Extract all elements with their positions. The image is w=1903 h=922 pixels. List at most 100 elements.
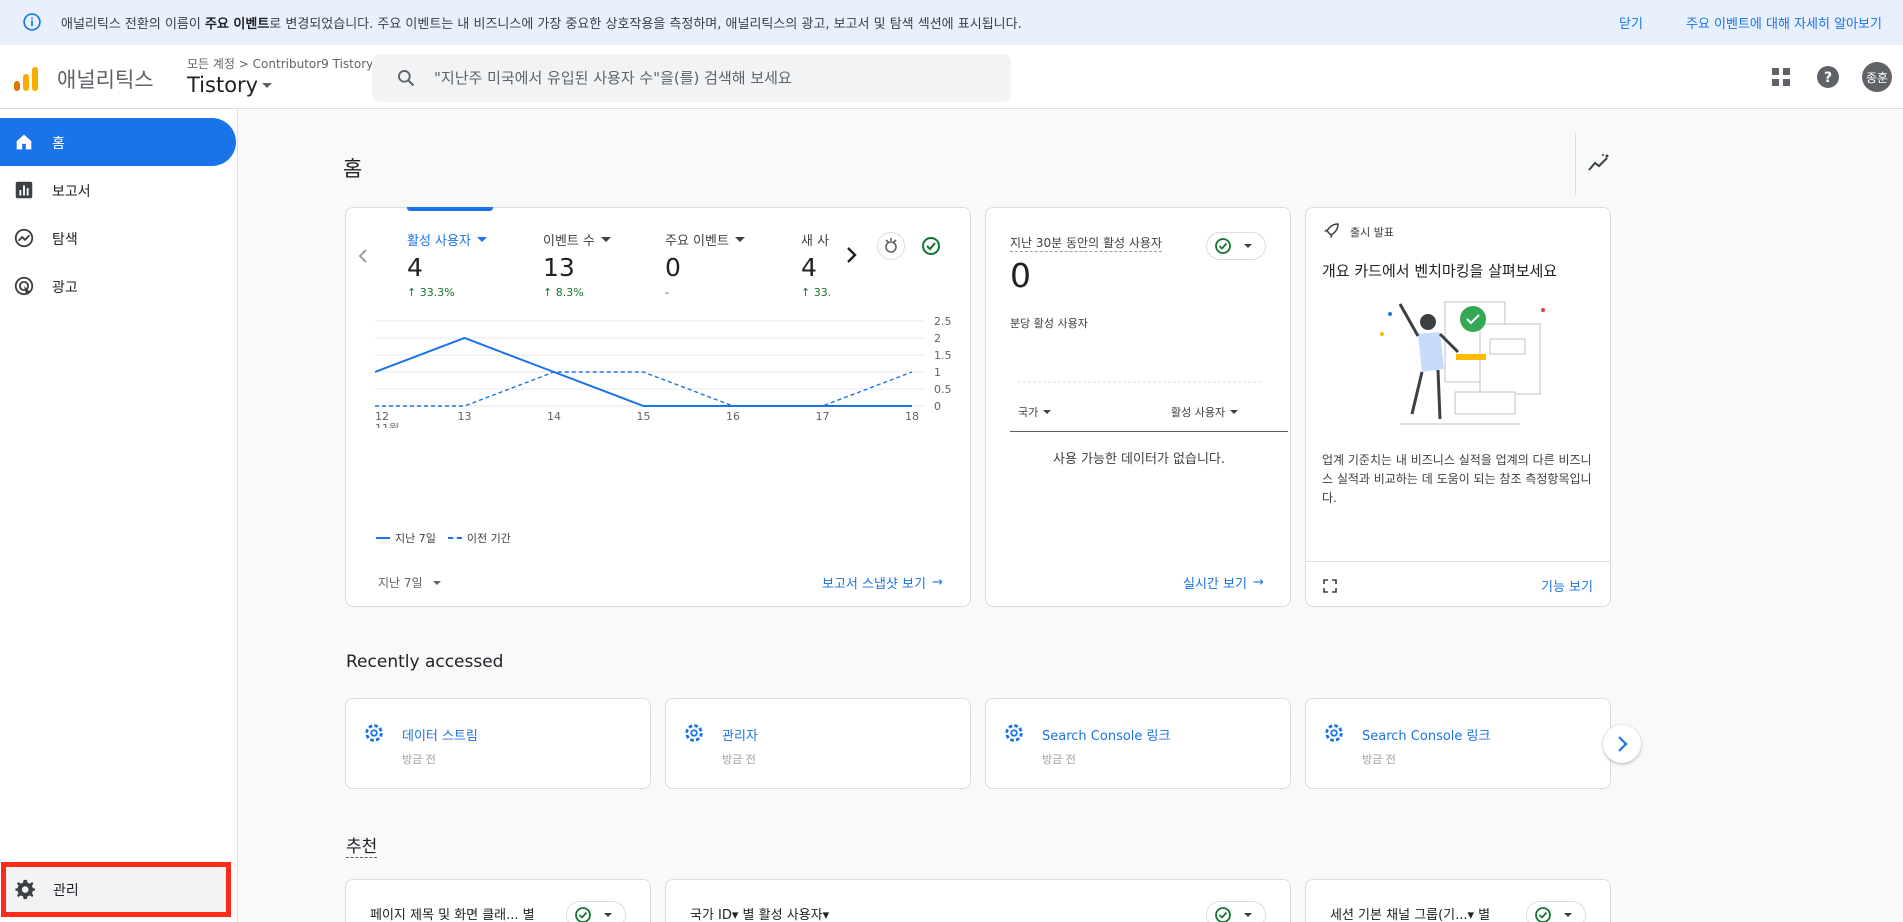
recommendation-status-select[interactable]	[566, 901, 626, 922]
recommendation-status-select[interactable]	[1206, 901, 1266, 922]
realtime-value: 0	[1010, 256, 1031, 295]
x-tick-label: 16	[726, 410, 740, 423]
chevron-left-icon[interactable]	[356, 248, 370, 264]
top-app-bar: 애널리틱스 모든 계정 > Contributor9 Tistory Tisto…	[0, 45, 1903, 109]
metric-change: ↑ 33.	[801, 286, 832, 299]
rocket-icon	[1324, 223, 1339, 238]
search-input[interactable]	[434, 54, 994, 102]
sidebar-item-explore[interactable]: 탐색	[0, 214, 236, 262]
realtime-link[interactable]: 실시간 보기 →	[1183, 573, 1264, 592]
metric-event-count[interactable]: 이벤트 수 13 ↑ 8.3%	[543, 230, 611, 299]
sidebar-item-home[interactable]: 홈	[0, 118, 236, 166]
sidebar-item-label: 광고	[52, 280, 78, 296]
date-range-select[interactable]: 지난 7일	[378, 574, 441, 591]
chevron-down-icon	[476, 237, 487, 242]
metric-new-users[interactable]: 새 사 4 ↑ 33.	[801, 230, 843, 299]
arrow-right-icon: →	[931, 575, 943, 590]
search-bar[interactable]	[372, 54, 1011, 102]
ads-icon	[14, 276, 34, 296]
y-tick-label: 0.5	[934, 383, 952, 396]
recent-item-time: 방금 전	[1362, 753, 1396, 766]
launch-tag: 출시 발표	[1350, 226, 1394, 239]
recommendation-title[interactable]: 페이지 제목 및 화면 클래... 별	[370, 904, 535, 922]
sidebar-item-label: 보고서	[52, 184, 91, 200]
no-data-message: 사용 가능한 데이터가 없습니다.	[1052, 452, 1225, 467]
chevron-down-icon	[734, 237, 745, 242]
view-feature-link[interactable]: 기능 보기	[1541, 576, 1593, 595]
recent-item-search-console-2[interactable]: Search Console 링크 방금 전	[1305, 698, 1611, 789]
x-tick-label: 17	[816, 410, 830, 423]
benchmark-illustration	[1380, 301, 1545, 425]
recent-item-title: Search Console 링크	[1042, 729, 1171, 744]
launch-announcement-card: 출시 발표 개요 카드에서 벤치마킹을 살펴보세요 업계 기준치는 내 비즈니스…	[1305, 207, 1611, 607]
gear-icon	[15, 879, 36, 900]
chevron-right-icon	[1618, 736, 1628, 752]
recommendation-title[interactable]: 세션 기본 채널 그룹(기...▾ 별	[1330, 904, 1490, 922]
arrow-right-icon: →	[1252, 575, 1264, 590]
data-quality-button[interactable]	[917, 232, 945, 260]
metric-change: ↑ 8.3%	[543, 286, 584, 299]
help-icon[interactable]: ?	[1816, 65, 1840, 89]
metric-label: 새 사	[801, 234, 830, 249]
banner-close-link[interactable]: 닫기	[1619, 13, 1643, 32]
metric-key-events[interactable]: 주요 이벤트 0 -	[665, 230, 745, 299]
info-icon	[23, 13, 41, 31]
table-divider	[1010, 431, 1288, 432]
launch-description: 업계 기준치는 내 비즈니스 실적을 업계의 다른 비즈니스 실적과 비교하는 …	[1322, 453, 1592, 505]
realtime-title[interactable]: 지난 30분 동안의 활성 사용자	[1010, 234, 1162, 252]
banner-learn-more-link[interactable]: 주요 이벤트에 대해 자세히 알아보기	[1686, 13, 1882, 32]
recommendation-status-select[interactable]	[1526, 901, 1586, 922]
info-banner: 애널리틱스 전환의 이름이 주요 이벤트로 변경되었습니다. 주요 이벤트는 내…	[0, 0, 1903, 45]
recently-accessed-title: Recently accessed	[346, 652, 504, 672]
insights-button[interactable]	[1575, 133, 1617, 195]
metric-value: 0	[665, 253, 681, 282]
gear-icon	[1005, 724, 1023, 742]
x-tick-label: 13	[458, 410, 472, 423]
legend-swatch-dashed	[447, 537, 462, 539]
svg-text:?: ?	[1824, 70, 1832, 86]
home-icon	[16, 134, 32, 150]
report-snapshot-link[interactable]: 보고서 스냅샷 보기 →	[822, 573, 943, 592]
recent-item-data-stream[interactable]: 데이터 스트림 방금 전	[345, 698, 651, 789]
sidebar-item-reports[interactable]: 보고서	[0, 166, 236, 214]
recent-item-title: Search Console 링크	[1362, 729, 1491, 744]
account-breadcrumb[interactable]: 모든 계정 > Contributor9 Tistory	[187, 55, 373, 72]
sidebar-item-ads[interactable]: 광고	[0, 262, 236, 310]
active-users-line-chart: 2.521.510.501213141516171811월	[374, 315, 952, 428]
benchmark-button[interactable]	[877, 232, 905, 260]
country-column-select[interactable]: 국가	[1018, 404, 1052, 420]
metric-active-users[interactable]: 활성 사용자 4 ↑ 33.3%	[407, 230, 487, 299]
metric-label: 활성 사용자	[407, 234, 471, 249]
property-selector[interactable]: Tistory	[187, 73, 273, 97]
apps-grid-icon[interactable]	[1769, 65, 1793, 89]
recommendation-card: 국가 ID▾ 별 활성 사용자▾	[665, 879, 1291, 922]
avatar[interactable]: 종훈	[1862, 62, 1892, 92]
metric-value: 13	[543, 253, 575, 282]
recommendation-title[interactable]: 국가 ID▾ 별 활성 사용자▾	[690, 904, 829, 922]
y-tick-label: 1	[934, 366, 941, 379]
active-users-column-select[interactable]: 활성 사용자	[1171, 404, 1239, 420]
banner-message: 애널리틱스 전환의 이름이 주요 이벤트로 변경되었습니다. 주요 이벤트는 내…	[61, 17, 1022, 32]
x-tick-label: 14	[547, 410, 561, 423]
check-circle-icon	[1215, 238, 1252, 254]
recent-item-admin[interactable]: 관리자 방금 전	[665, 698, 971, 789]
recent-item-search-console-1[interactable]: Search Console 링크 방금 전	[985, 698, 1291, 789]
metric-change: ↑ 33.3%	[407, 286, 455, 299]
chevron-right-icon[interactable]	[844, 246, 858, 264]
recent-item-time: 방금 전	[1042, 753, 1076, 766]
realtime-status-select[interactable]	[1206, 232, 1266, 260]
analytics-logo[interactable]	[12, 65, 40, 93]
app-title[interactable]: 애널리틱스	[57, 64, 154, 94]
y-tick-label: 2.5	[934, 315, 952, 328]
y-tick-label: 1.5	[934, 349, 952, 362]
bar-chart-icon	[15, 181, 33, 199]
y-tick-label: 0	[934, 400, 941, 413]
legend-swatch-solid	[376, 537, 390, 539]
recent-item-title: 관리자	[722, 729, 758, 744]
legend-label: 지난 7일	[395, 532, 436, 545]
sidebar-item-admin[interactable]: 관리	[1, 862, 231, 917]
fullscreen-icon[interactable]	[1322, 578, 1338, 594]
check-circle-icon	[1535, 907, 1572, 922]
sidebar-item-label: 홈	[52, 136, 65, 152]
recent-next-button[interactable]	[1603, 725, 1641, 763]
